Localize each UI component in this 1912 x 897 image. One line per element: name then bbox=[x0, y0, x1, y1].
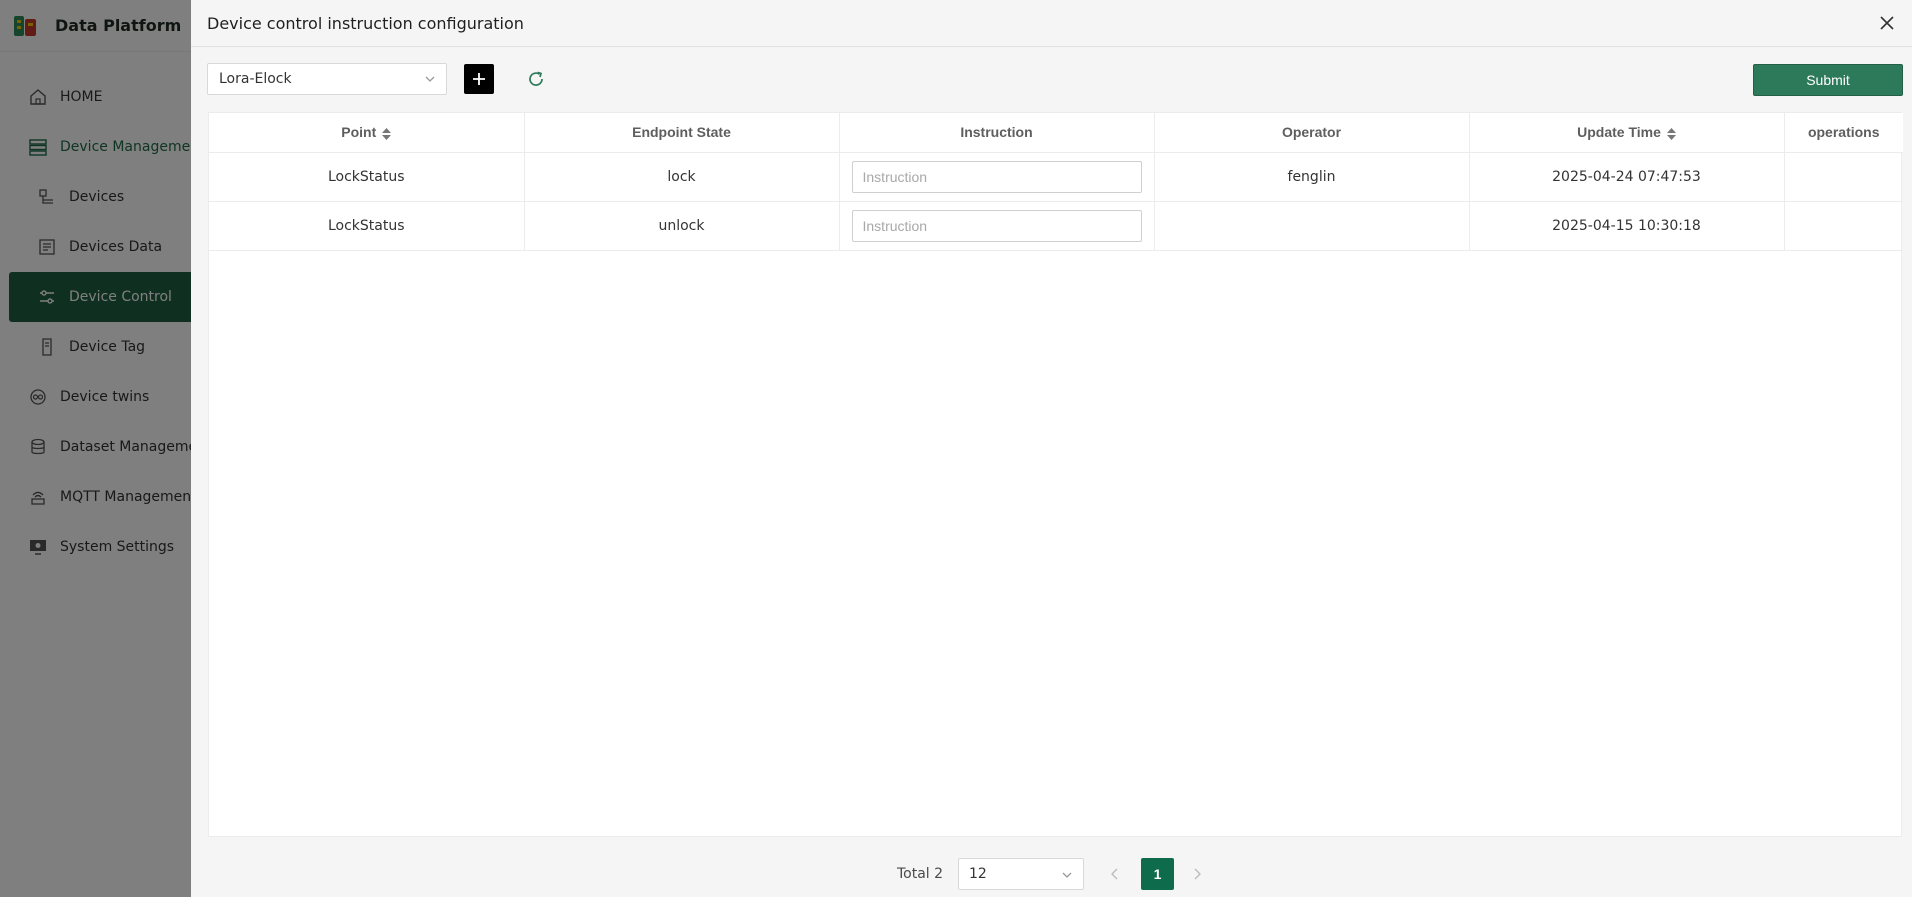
sort-icon bbox=[382, 127, 392, 140]
close-button[interactable] bbox=[1876, 12, 1898, 34]
refresh-button[interactable] bbox=[524, 67, 548, 91]
add-button[interactable] bbox=[464, 64, 494, 94]
chevron-down-icon bbox=[1062, 872, 1072, 878]
chevron-down-icon bbox=[425, 76, 435, 82]
sort-icon bbox=[1666, 127, 1676, 140]
plus-icon bbox=[473, 73, 485, 85]
column-header-endpoint-state: Endpoint State bbox=[524, 113, 840, 153]
page-number-current[interactable]: 1 bbox=[1141, 858, 1174, 890]
toolbar: Lora-Elock bbox=[191, 47, 1912, 112]
drawer-title: Device control instruction configuration bbox=[207, 13, 524, 33]
instruction-config-drawer: Device control instruction configuration… bbox=[191, 0, 1912, 897]
column-header-operations: operations bbox=[1784, 113, 1903, 153]
instruction-input[interactable] bbox=[851, 209, 1142, 242]
table-row: LockStatus unlock 2025-04-15 10:30:18 bbox=[209, 201, 1903, 251]
page-size-value: 12 bbox=[969, 866, 987, 882]
chevron-left-icon[interactable] bbox=[1109, 867, 1121, 881]
cell-operations bbox=[1784, 201, 1903, 251]
cell-instruction bbox=[839, 152, 1155, 202]
table-row: LockStatus lock fenglin 2025-04-24 07:47… bbox=[209, 152, 1903, 202]
total-count: Total 2 bbox=[897, 866, 944, 882]
instruction-table: Point Endpoint State Instruction Operato… bbox=[208, 112, 1903, 837]
drawer-header: Device control instruction configuration bbox=[191, 0, 1912, 47]
cell-operator bbox=[1154, 201, 1470, 251]
cell-update-time: 2025-04-15 10:30:18 bbox=[1469, 201, 1785, 251]
submit-button[interactable]: Submit bbox=[1753, 64, 1903, 96]
cell-point: LockStatus bbox=[209, 152, 525, 202]
refresh-icon bbox=[529, 71, 543, 86]
column-header-point[interactable]: Point bbox=[209, 113, 525, 153]
cell-point: LockStatus bbox=[209, 201, 525, 251]
column-header-update-time[interactable]: Update Time bbox=[1469, 113, 1785, 153]
instruction-input[interactable] bbox=[851, 160, 1142, 193]
cell-operator: fenglin bbox=[1154, 152, 1470, 202]
table-header-row: Point Endpoint State Instruction Operato… bbox=[209, 113, 1903, 153]
chevron-right-icon[interactable] bbox=[1191, 867, 1203, 881]
cell-instruction bbox=[839, 201, 1155, 251]
page-size-select[interactable]: 12 bbox=[958, 858, 1084, 890]
cell-endpoint-state: lock bbox=[524, 152, 840, 202]
device-select[interactable]: Lora-Elock bbox=[207, 63, 447, 95]
pagination: Total 2 12 1 bbox=[191, 857, 1912, 891]
close-icon bbox=[1880, 16, 1894, 30]
cell-update-time: 2025-04-24 07:47:53 bbox=[1469, 152, 1785, 202]
device-select-value: Lora-Elock bbox=[219, 71, 292, 87]
cell-endpoint-state: unlock bbox=[524, 201, 840, 251]
column-header-instruction: Instruction bbox=[839, 113, 1155, 153]
column-header-operator: Operator bbox=[1154, 113, 1470, 153]
cell-operations bbox=[1784, 152, 1903, 202]
